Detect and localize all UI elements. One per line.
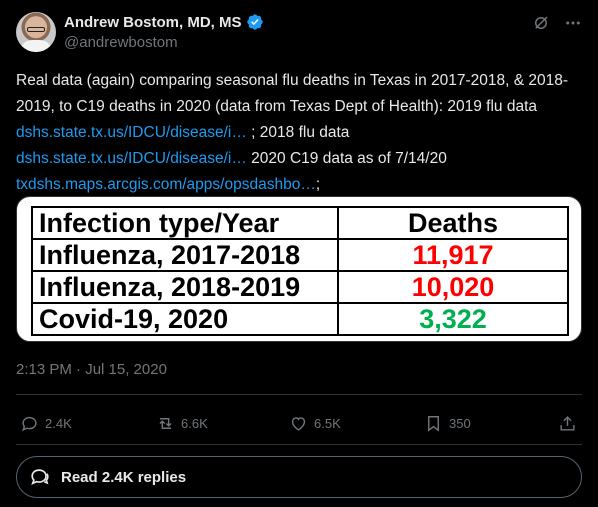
tweet-text-part: ; (315, 176, 321, 193)
tweet-text-part: Real data (again) comparing seasonal flu… (16, 72, 569, 115)
deaths-table: Infection type/Year Deaths Influenza, 20… (31, 206, 569, 336)
table-row-value: 11,917 (337, 238, 569, 272)
verified-badge-icon (246, 14, 263, 30)
table-header-row: Infection type/Year Deaths (31, 206, 569, 240)
tweet-text-part: ; 2018 flu data (246, 124, 350, 141)
table-row-label: Influenza, 2018-2019 (31, 270, 339, 304)
repost-button[interactable]: 6.6K (156, 408, 208, 438)
bookmark-button[interactable]: 350 (424, 408, 471, 438)
tweet-media-image[interactable]: Infection type/Year Deaths Influenza, 20… (16, 196, 582, 342)
link-2019-flu[interactable]: dshs.state.tx.us/IDCU/disease/i… (16, 124, 247, 141)
share-button[interactable] (558, 408, 577, 438)
avatar-shirt (20, 40, 52, 52)
read-replies-label: Read 2.4K replies (61, 468, 187, 486)
table-row-value: 10,020 (337, 270, 569, 304)
table-row-label: Covid-19, 2020 (31, 302, 339, 336)
tweet-header: Andrew Bostom, MD, MS @andrewbostom (16, 12, 582, 56)
table-header-cell: Deaths (337, 206, 569, 240)
bookmark-count: 350 (449, 415, 471, 431)
name-row: Andrew Bostom, MD, MS (64, 13, 264, 31)
handle[interactable]: @andrewbostom (64, 34, 178, 51)
avatar-glasses (27, 27, 45, 32)
heart-icon (291, 416, 306, 431)
repost-count: 6.6K (181, 415, 208, 431)
reply-count: 2.4K (45, 415, 72, 431)
share-icon (560, 415, 575, 431)
replies-bubble-icon (31, 469, 49, 485)
table-row-label: Influenza, 2017-2018 (31, 238, 339, 272)
divider (16, 444, 582, 445)
reply-icon (21, 416, 37, 431)
display-name[interactable]: Andrew Bostom, MD, MS (64, 14, 242, 31)
table-row: Covid-19, 2020 3,322 (31, 302, 569, 336)
repost-icon (159, 417, 172, 429)
reply-button[interactable]: 2.4K (20, 408, 72, 438)
top-icons (532, 14, 582, 32)
table-row: Influenza, 2018-2019 10,020 (31, 270, 569, 304)
tweet-text-part: 2020 C19 data as of 7/14/20 (246, 150, 447, 167)
table-row-value: 3,322 (337, 302, 569, 336)
divider (16, 394, 582, 395)
more-icon[interactable] (564, 14, 582, 32)
action-bar: 2.4K 6.6K 6.5K 350 (16, 408, 582, 438)
link-c19-dashboard[interactable]: txdshs.maps.arcgis.com/apps/opsdashbo… (16, 176, 316, 193)
tweet-text: Real data (again) comparing seasonal flu… (16, 68, 582, 198)
like-count: 6.5K (314, 415, 341, 431)
grok-icon[interactable] (532, 14, 550, 32)
like-button[interactable]: 6.5K (289, 408, 341, 438)
table-row: Influenza, 2017-2018 11,917 (31, 238, 569, 272)
avatar[interactable] (16, 12, 56, 52)
bookmark-icon (428, 415, 439, 432)
table-header-cell: Infection type/Year (31, 206, 339, 240)
link-2018-flu[interactable]: dshs.state.tx.us/IDCU/disease/i… (16, 150, 247, 167)
read-replies-button[interactable]: Read 2.4K replies (16, 456, 582, 498)
timestamp[interactable]: 2:13 PM · Jul 15, 2020 (16, 361, 167, 378)
